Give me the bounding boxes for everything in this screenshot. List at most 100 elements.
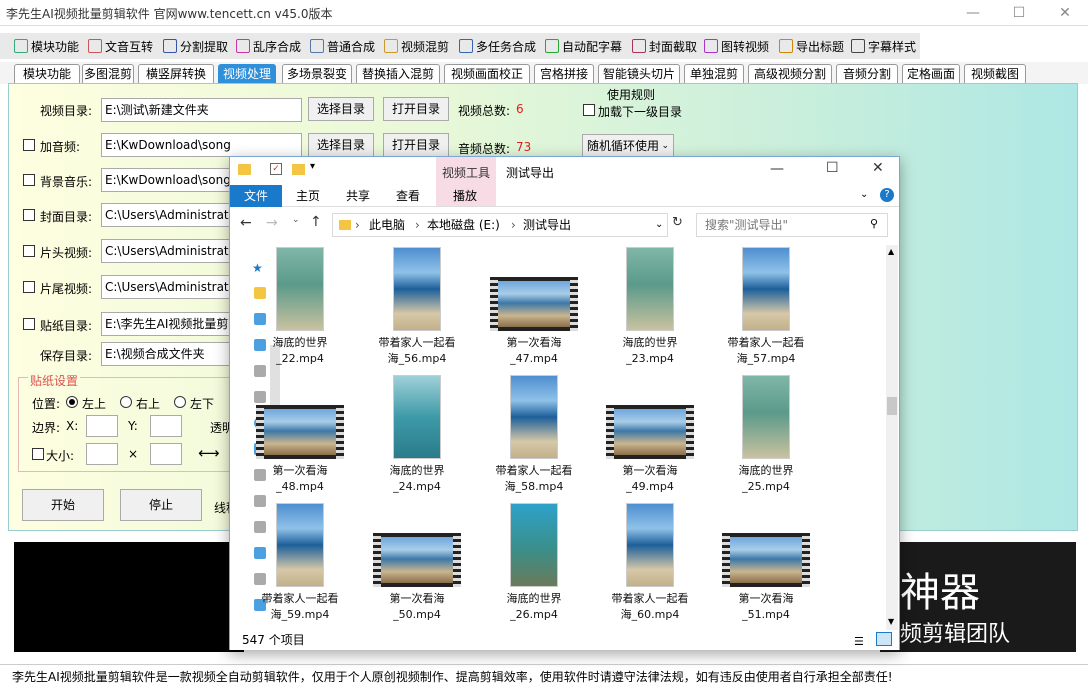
select-video-dir-button[interactable]: 选择目录 [308,97,374,121]
border-y-input[interactable] [150,415,182,437]
cover-dir-input[interactable]: C:\Users\Administrator [101,203,231,227]
search-input[interactable]: 搜索"测试导出" [696,213,888,237]
toolbar-item-8[interactable]: 封面截取 [632,33,697,59]
ribbon-tab-home[interactable]: 主页 [286,185,330,207]
explorer-maximize-button[interactable]: ☐ [826,160,839,176]
swap-arrows-icon[interactable]: ⟷ [198,444,220,462]
head-checkbox[interactable] [23,245,35,257]
minimize-button[interactable]: — [950,0,996,26]
head-dir-input[interactable]: C:\Users\Administrator [101,239,231,263]
file-item[interactable]: 第一次看海 _49.mp4 [600,375,700,499]
tab-11[interactable]: 音频分割 [836,64,898,84]
save-dir-input[interactable]: E:\视频合成文件夹 [101,342,231,366]
back-arrow-icon[interactable]: ← [240,215,252,231]
file-item[interactable]: 第一次看海 _50.mp4 [367,503,467,627]
file-item[interactable]: 带着家人一起看 海_57.mp4 [716,247,816,371]
file-item[interactable]: 第一次看海 _48.mp4 [250,375,350,499]
recent-dropdown-icon[interactable]: ⌄ [292,215,300,225]
tab-8[interactable]: 智能镜头切片 [598,64,680,84]
open-video-dir-button[interactable]: 打开目录 [383,97,449,121]
pos-top-left-radio[interactable] [66,396,78,408]
breadcrumb-drive[interactable]: 本地磁盘 (E:) [427,214,500,236]
file-item[interactable]: 海底的世界 _22.mp4 [250,247,350,371]
tab-4[interactable]: 多场景裂变 [282,64,352,84]
file-item[interactable]: 第一次看海 _51.mp4 [716,503,816,627]
quick-access-dropdown-icon[interactable]: ▾ [310,161,315,172]
file-item[interactable]: 海底的世界 _25.mp4 [716,375,816,499]
add-audio-checkbox[interactable] [23,139,35,151]
toolbar-item-0[interactable]: 模块功能 [14,33,79,59]
toolbar-item-11[interactable]: 字幕样式 [851,33,916,59]
tab-2[interactable]: 横竖屏转换 [138,64,214,84]
tab-9[interactable]: 单独混剪 [684,64,744,84]
file-item[interactable]: 海底的世界 _26.mp4 [484,503,584,627]
sticker-dir-input[interactable]: E:\李先生AI视频批量剪辑 [101,312,231,336]
details-view-icon[interactable]: ☰ [854,633,864,651]
ribbon-tab-file[interactable]: 文件 [230,185,282,207]
breadcrumb-this-pc[interactable]: 此电脑 [369,214,405,236]
toolbar-item-3[interactable]: 乱序合成 [236,33,301,59]
ribbon-expand-icon[interactable]: ⌄ [860,189,868,200]
toolbar-item-9[interactable]: 图转视频 [704,33,769,59]
tail-dir-input[interactable]: C:\Users\Administrator [101,275,231,299]
select-audio-dir-button[interactable]: 选择目录 [308,133,374,157]
explorer-close-button[interactable]: ✕ [872,160,884,176]
toolbar-item-6[interactable]: 多任务合成 [459,33,536,59]
tab-12[interactable]: 定格画面 [902,64,960,84]
new-folder-icon[interactable] [292,164,305,175]
tail-checkbox[interactable] [23,281,35,293]
pos-top-right-radio[interactable] [120,396,132,408]
toolbar-item-1[interactable]: 文音互转 [88,33,153,59]
bgm-dir-input[interactable]: E:\KwDownload\song [101,168,231,192]
files-scrollbar[interactable]: ▲ ▼ [886,245,898,630]
refresh-icon[interactable]: ↻ [672,215,683,230]
file-item[interactable]: 带着家人一起看 海_60.mp4 [600,503,700,627]
explorer-minimize-button[interactable]: — [770,161,784,177]
file-item[interactable]: 海底的世界 _24.mp4 [367,375,467,499]
maximize-button[interactable]: ☐ [996,0,1042,26]
forward-arrow-icon[interactable]: → [266,215,278,231]
cover-checkbox[interactable] [23,209,35,221]
load-subdir-checkbox[interactable] [583,104,595,116]
file-item[interactable]: 带着家人一起看 海_59.mp4 [250,503,350,627]
large-icons-view-icon[interactable] [876,632,892,646]
properties-icon[interactable]: ✓ [270,163,282,175]
tab-13[interactable]: 视频截图 [964,64,1026,84]
tab-0[interactable]: 模块功能 [14,64,80,84]
scroll-thumb[interactable] [887,397,897,415]
bgm-checkbox[interactable] [23,174,35,186]
tab-3[interactable]: 视频处理 [218,64,276,84]
toolbar-item-2[interactable]: 分割提取 [163,33,228,59]
toolbar-item-5[interactable]: 视频混剪 [384,33,449,59]
tab-6[interactable]: 视频画面校正 [444,64,530,84]
loop-mode-select[interactable]: 随机循环使用 ⌄ [582,134,674,158]
file-item[interactable]: 第一次看海 _47.mp4 [484,247,584,371]
video-dir-input[interactable]: E:\测试\新建文件夹 [101,98,302,122]
size-checkbox[interactable] [32,448,44,460]
border-x-input[interactable] [86,415,118,437]
breadcrumb-folder[interactable]: 测试导出 [523,214,571,236]
close-button[interactable]: ✕ [1042,0,1088,26]
tab-5[interactable]: 替换插入混剪 [356,64,440,84]
size-w-input[interactable] [86,443,118,465]
ribbon-tab-play[interactable]: 播放 [440,185,490,207]
scroll-up-icon[interactable]: ▲ [888,247,894,256]
tab-1[interactable]: 多图混剪 [82,64,134,84]
help-icon[interactable]: ? [880,188,894,202]
toolbar-item-7[interactable]: 自动配字幕 [545,33,622,59]
toolbar-item-4[interactable]: 普通合成 [310,33,375,59]
file-item[interactable]: 带着家人一起看 海_58.mp4 [484,375,584,499]
address-dropdown-icon[interactable]: ⌄ [655,214,663,236]
address-box[interactable]: › 此电脑 › 本地磁盘 (E:) › 测试导出 ⌄ [332,213,668,237]
file-item[interactable]: 带着家人一起看 海_56.mp4 [367,247,467,371]
stop-button[interactable]: 停止 [120,489,202,521]
size-h-input[interactable] [150,443,182,465]
start-button[interactable]: 开始 [22,489,104,521]
file-item[interactable]: 海底的世界 _23.mp4 [600,247,700,371]
tab-10[interactable]: 高级视频分割 [748,64,832,84]
pos-bottom-left-radio[interactable] [174,396,186,408]
scroll-down-icon[interactable]: ▼ [888,617,894,626]
sticker-checkbox[interactable] [23,318,35,330]
up-arrow-icon[interactable]: ↑ [310,214,322,230]
ribbon-tab-share[interactable]: 共享 [336,185,380,207]
